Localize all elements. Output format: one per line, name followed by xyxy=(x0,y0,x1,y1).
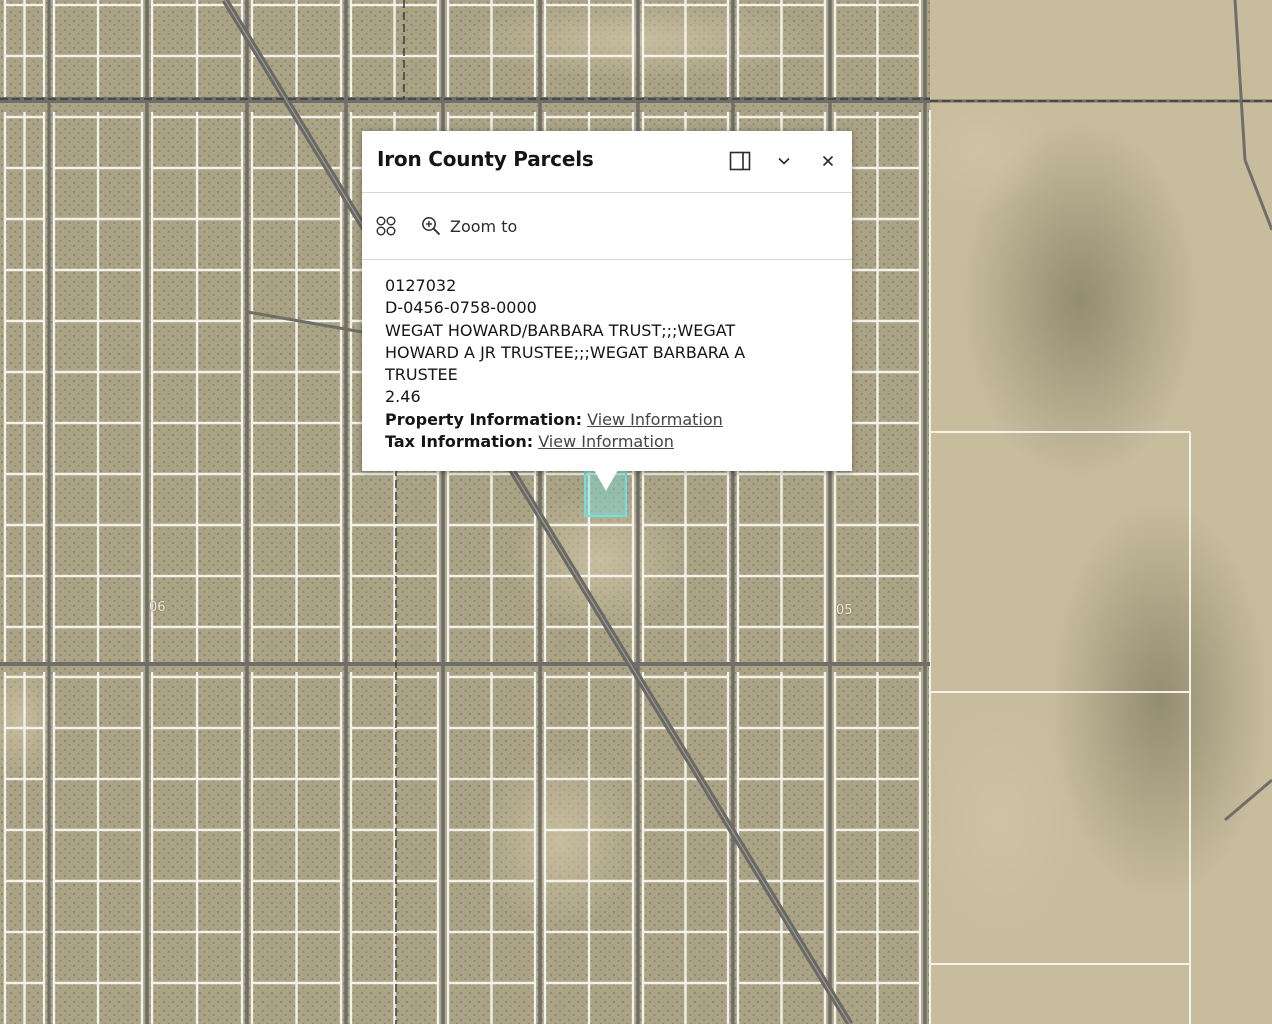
property-info-row: Property Information: View Information xyxy=(385,409,828,431)
more-options-icon xyxy=(376,216,396,236)
popup-pointer xyxy=(594,470,618,491)
parcel-number: D-0456-0758-0000 xyxy=(385,298,537,318)
tax-info-row: Tax Information: View Information xyxy=(385,431,828,453)
parcel-id: 0127032 xyxy=(385,276,457,295)
terrain-patch xyxy=(480,750,640,930)
zoom-to-button[interactable]: Zoom to xyxy=(421,213,517,239)
zoom-in-icon xyxy=(422,217,441,236)
parcel-popup: Iron County Parcels Zoom to 0127032 D-04… xyxy=(362,131,852,471)
popup-title: Iron County Parcels xyxy=(377,147,594,171)
property-info-link[interactable]: View Information xyxy=(587,410,723,429)
section-label-05: 05 xyxy=(836,603,853,618)
popup-header: Iron County Parcels xyxy=(362,131,852,193)
property-info-label: Property Information: xyxy=(385,409,583,429)
owner-name: WEGAT HOWARD/BARBARA TRUST;;;WEGAT HOWAR… xyxy=(385,320,746,385)
section-label-06: 06 xyxy=(149,600,166,615)
dock-icon xyxy=(729,151,751,171)
terrain-patch xyxy=(460,0,820,80)
tax-info-link[interactable]: View Information xyxy=(538,432,674,451)
zoom-to-label: Zoom to xyxy=(450,216,518,236)
dock-button[interactable] xyxy=(727,148,753,174)
acreage: 2.46 xyxy=(385,387,421,407)
close-button[interactable] xyxy=(815,148,841,174)
more-options-button[interactable] xyxy=(375,213,397,239)
collapse-button[interactable] xyxy=(771,148,797,174)
terrain-patch xyxy=(920,700,1080,940)
tax-info-label: Tax Information: xyxy=(385,432,534,452)
close-icon xyxy=(822,155,834,167)
chevron-down-icon xyxy=(778,157,790,165)
popup-content: 0127032 D-0456-0758-0000 WEGAT HOWARD/BA… xyxy=(362,260,852,453)
terrain-patch xyxy=(1050,500,1270,900)
popup-actions: Zoom to xyxy=(362,193,852,260)
